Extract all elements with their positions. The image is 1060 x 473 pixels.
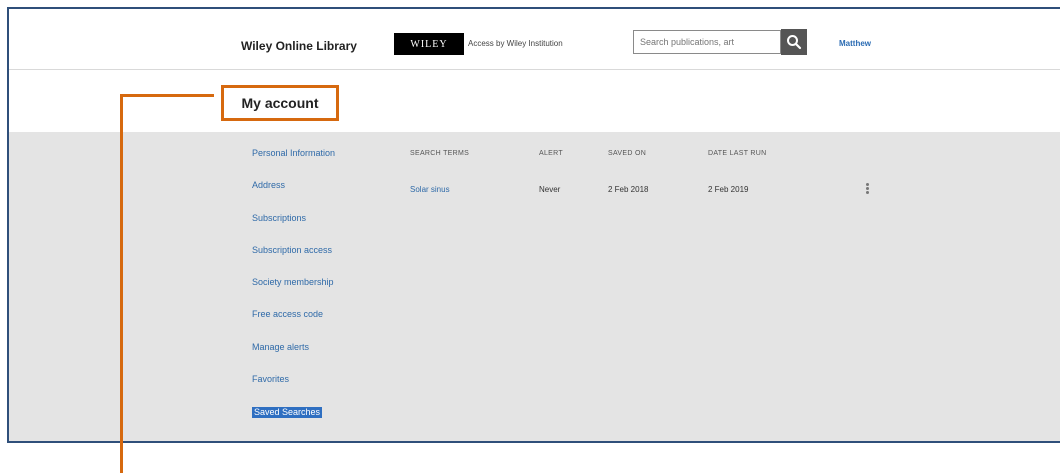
top-navigation-bar: Wiley Online Library WILEY Access by Wil… [9,9,1060,70]
sidebar-item-label: Favorites [252,374,290,385]
sidebar-item-saved-searches[interactable]: Saved Searches [252,407,392,439]
search-button[interactable] [781,29,807,55]
sidebar-item-label: Saved Searches [252,407,323,419]
saved-search-alert-value: Never [539,185,561,194]
search-input[interactable] [633,30,781,54]
column-header-saved-on: SAVED ON [608,150,647,157]
page-title: My account [221,85,339,121]
sidebar-item-personal-information[interactable]: Personal Information [252,149,392,181]
sidebar-item-label: Society membership [252,277,334,288]
sidebar-item-society-membership[interactable]: Society membership [252,278,392,310]
sidebar-item-address[interactable]: Address [252,181,392,213]
search-icon [787,35,802,50]
page-title-bar [9,70,1060,132]
column-header-alert: ALERT [539,150,563,157]
callout-line-horizontal [120,94,214,97]
sidebar-item-label: Address [252,180,286,191]
more-vertical-icon[interactable] [865,183,869,194]
sidebar-item-label: Personal Information [252,148,336,158]
sidebar-item-subscriptions[interactable]: Subscriptions [252,212,392,246]
saved-search-last-run-value: 2 Feb 2019 [708,185,749,194]
saved-search-term-link[interactable]: Solar sinus [410,185,450,194]
browser-frame: Wiley Online Library WILEY Access by Wil… [7,7,1060,443]
account-sidebar: Personal Information Address Subscriptions… [252,149,392,440]
sidebar-item-subscription-access[interactable]: Subscription access [252,244,392,278]
sidebar-item-manage-alerts[interactable]: Manage alerts [252,341,392,375]
sidebar-item-label: Manage alerts [252,341,310,352]
wiley-logo[interactable]: WILEY [394,33,464,55]
site-brand-link[interactable]: Wiley Online Library [241,39,357,53]
saved-search-saved-on-value: 2 Feb 2018 [608,185,649,194]
sidebar-item-favorites[interactable]: Favorites [252,375,392,407]
sidebar-item-label: Subscriptions [252,212,307,223]
column-header-search-terms: SEARCH TERMS [410,150,470,157]
column-header-date-last-run: DATE LAST RUN [708,150,767,157]
sidebar-item-label: Free access code [252,309,324,320]
institution-access-text: Access by Wiley Institution [468,39,563,48]
sidebar-item-label: Subscription access [252,244,333,255]
sidebar-item-free-access-code[interactable]: Free access code [252,310,392,342]
callout-line-vertical [120,94,123,473]
account-content-area [9,132,1060,441]
user-account-link[interactable]: Matthew [839,39,871,48]
